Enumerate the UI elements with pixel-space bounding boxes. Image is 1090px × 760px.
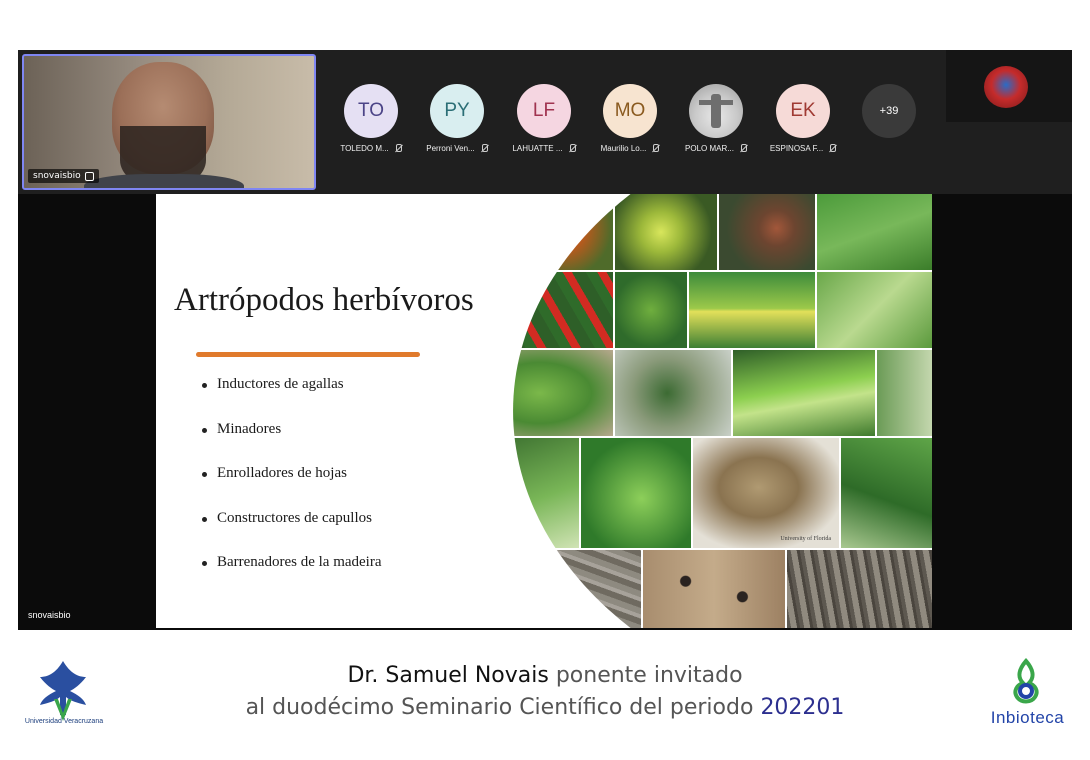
- bullet-text: Inductores de agallas: [217, 376, 344, 392]
- photo-tile: [841, 438, 932, 548]
- bullet-dot: [202, 383, 207, 388]
- active-speaker-tile[interactable]: [946, 50, 1072, 122]
- mic-off-icon: [568, 144, 576, 153]
- participants-strip: snovaisbio TO TOLEDO M... PY Perroni Ven…: [18, 50, 1072, 194]
- self-name-chip: snovaisbio: [28, 169, 99, 183]
- speaker-shirt: [84, 174, 244, 188]
- mic-off-icon: [394, 144, 402, 153]
- event-caption: Dr. Samuel Novais ponente invitado al du…: [120, 660, 970, 724]
- bullet-item: Barrenadores de la madeira: [202, 554, 382, 599]
- meeting-window: snovaisbio TO TOLEDO M... PY Perroni Ven…: [18, 50, 1072, 630]
- photo-tile: [513, 350, 613, 436]
- photo-credit: University of Florida: [780, 536, 831, 542]
- bullet-item: Inductores de agallas: [202, 376, 382, 421]
- participant-avatar: TO: [344, 84, 398, 138]
- mic-off-icon: [828, 144, 837, 153]
- participant-tile[interactable]: POLO MAR...: [675, 84, 757, 153]
- speaker-avatar: [984, 66, 1028, 108]
- bullet-dot: [202, 472, 207, 477]
- participant-name: Maurilio Lo...: [600, 144, 647, 153]
- inbioteca-logo: [1013, 657, 1039, 704]
- photo-tile: [643, 550, 785, 628]
- participant-photo-avatar: [689, 84, 743, 138]
- participant-tile[interactable]: LF LAHUATTE ...: [503, 84, 585, 153]
- photo-tile: [877, 350, 932, 436]
- inbioteca-label: Inbioteca: [990, 708, 1065, 727]
- photo-tile: [615, 350, 731, 436]
- bullet-dot: [202, 516, 207, 522]
- mic-off-icon: [739, 144, 747, 153]
- caption-line-2: al duodécimo Seminario Científico del pe…: [120, 692, 970, 724]
- participant-avatar: MO: [603, 84, 657, 138]
- universidad-veracruzana-label: Universidad Veracruzana: [24, 718, 104, 725]
- photo-tile: [581, 438, 691, 548]
- photo-tile: [787, 550, 932, 628]
- photo-tile: [513, 438, 579, 548]
- photo-tile: [615, 194, 717, 270]
- participant-tile[interactable]: EK ESPINOSA F...: [762, 84, 844, 153]
- bullet-item: Minadores: [202, 421, 382, 466]
- self-video-tile[interactable]: snovaisbio: [22, 54, 316, 190]
- participant-name: ESPINOSA F...: [769, 144, 824, 153]
- insect-photo-collage: University of Florida: [513, 194, 932, 628]
- presenter-name-label: snovaisbio: [28, 610, 71, 620]
- photo-tile: [615, 272, 687, 348]
- participant-avatar: LF: [517, 84, 571, 138]
- bullet-dot: [202, 561, 207, 566]
- self-name: snovaisbio: [33, 171, 81, 181]
- slide-title: Artrópodos herbívoros: [174, 282, 474, 318]
- more-participants-button[interactable]: +39: [862, 84, 916, 138]
- bullet-list: Inductores de agallas Minadores Enrollad…: [202, 376, 382, 599]
- participant-tile[interactable]: PY Perroni Ven...: [416, 84, 498, 153]
- statue-photo: [711, 94, 721, 128]
- bullet-item: Constructores de capullos: [202, 510, 382, 555]
- bullet-item: Enrolladores de hojas: [202, 465, 382, 510]
- caption-role: ponente invitado: [548, 663, 743, 688]
- title-underline: [196, 352, 420, 357]
- caption-event: al duodécimo Seminario Científico del pe…: [245, 695, 761, 720]
- mic-off-icon: [480, 144, 488, 153]
- photo-tile: [817, 272, 932, 348]
- participant-name: Perroni Ven...: [426, 144, 475, 153]
- participant-tile[interactable]: MO Maurilio Lo...: [589, 84, 671, 153]
- photo-tile: [719, 194, 815, 270]
- participant-tile[interactable]: TO TOLEDO M...: [330, 84, 412, 153]
- bullet-dot: [202, 427, 207, 433]
- photo-tile: [733, 350, 875, 436]
- participant-avatar: PY: [430, 84, 484, 138]
- photo-tile: University of Florida: [693, 438, 839, 548]
- presentation-slide: Artrópodos herbívoros Inductores de agal…: [156, 194, 932, 628]
- pin-icon[interactable]: [84, 171, 94, 181]
- screen-share-area: Artrópodos herbívoros Inductores de agal…: [18, 194, 1072, 630]
- caption-period: 202201: [760, 695, 845, 720]
- bullet-text: Constructores de capullos: [217, 509, 372, 526]
- participant-name: POLO MAR...: [685, 144, 734, 153]
- bullet-text: Enrolladores de hojas: [217, 465, 347, 481]
- bullet-text: Minadores: [217, 420, 282, 437]
- photo-tile: [817, 194, 932, 270]
- photo-tile: [689, 272, 815, 348]
- photo-tile: [513, 550, 641, 628]
- participant-name: LAHUATTE ...: [512, 144, 563, 153]
- bullet-text: Barrenadores de la madeira: [217, 554, 382, 570]
- participant-avatar: EK: [776, 84, 830, 138]
- speaker-name: Dr. Samuel Novais: [347, 663, 549, 688]
- photo-tile: [521, 194, 613, 270]
- mic-off-icon: [651, 144, 660, 153]
- photo-tile: [513, 272, 613, 348]
- caption-line-1: Dr. Samuel Novais ponente invitado: [120, 660, 970, 692]
- participant-name: TOLEDO M...: [340, 144, 389, 153]
